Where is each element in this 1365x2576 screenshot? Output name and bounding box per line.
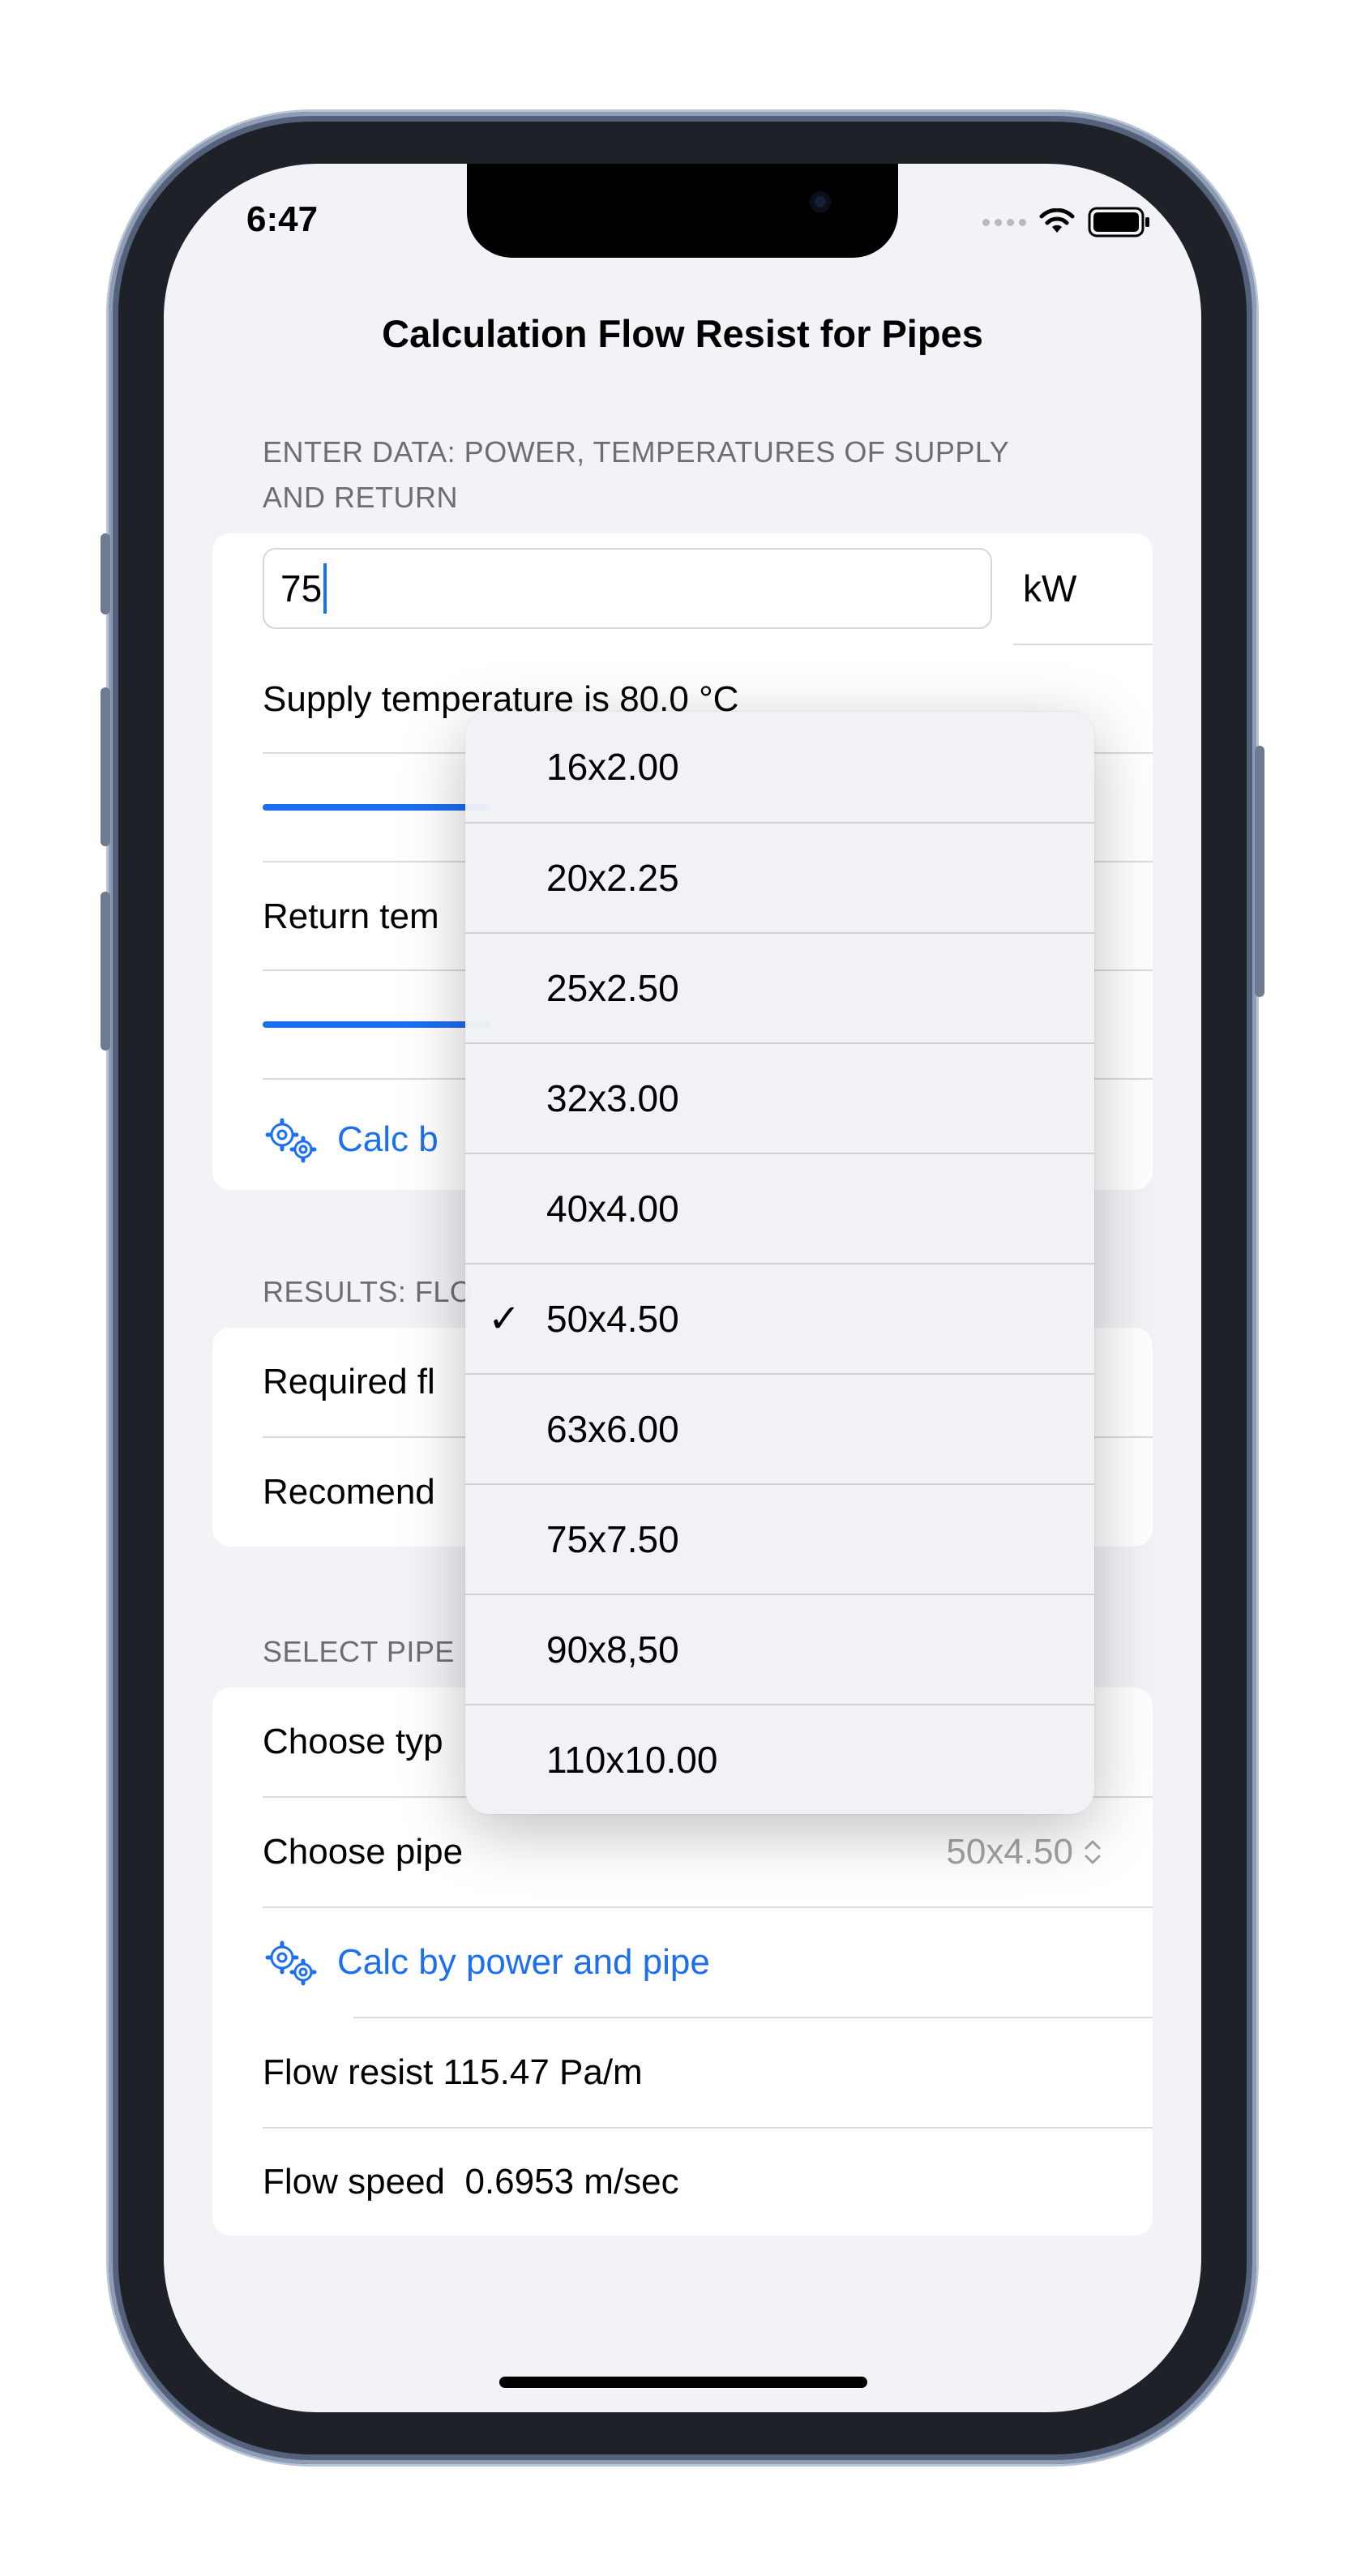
menu-item-label: 40x4.00: [546, 1187, 679, 1230]
home-indicator[interactable]: [499, 2377, 867, 2388]
menu-item-110x10[interactable]: 110x10.00: [465, 1704, 1094, 1814]
input-section-header-line2: AND RETURN: [263, 481, 459, 514]
input-section-header-line1: ENTER DATA: POWER, TEMPERATURES OF SUPPL…: [263, 435, 1010, 469]
cellular-signal-icon: [982, 218, 1026, 226]
chevron-up-down-icon: [1085, 1840, 1101, 1864]
calc-button-label: Calc b: [337, 1119, 439, 1159]
menu-item-40x4[interactable]: 40x4.00: [465, 1153, 1094, 1263]
power-unit: kW: [1023, 567, 1077, 610]
return-temperature-text: Return tem: [263, 896, 439, 936]
choose-pipe-value[interactable]: 50x4.50: [946, 1798, 1102, 1906]
menu-item-label: 32x3.00: [546, 1077, 679, 1119]
power-input-value: 75: [280, 567, 323, 610]
flow-speed-row: Flow speed 0.6953 m/sec: [263, 2129, 1153, 2236]
input-section-header: ENTER DATA: POWER, TEMPERATURES OF SUPPL…: [263, 430, 1009, 520]
menu-item-25x2-50[interactable]: 25x2.50: [465, 932, 1094, 1042]
text-caret: [323, 563, 327, 614]
menu-item-label: 25x2.50: [546, 967, 679, 1009]
flow-resist-row: Flow resist 115.47 Pa/m: [263, 2018, 1153, 2127]
required-flow-label: Required fl: [263, 1362, 435, 1401]
menu-item-20x2-25[interactable]: 20x2.25: [465, 822, 1094, 932]
wifi-icon: [1039, 208, 1075, 233]
supply-temperature-slider[interactable]: [263, 804, 490, 811]
divider: [1013, 644, 1153, 645]
power-input[interactable]: 75: [263, 548, 992, 629]
menu-item-label: 90x8,50: [546, 1628, 679, 1671]
choose-pipe-label: Choose pipe: [263, 1832, 464, 1872]
screen: 6:47 Calculation Flow Resist for Pipes E…: [164, 164, 1201, 2412]
choose-pipe-selected: 50x4.50: [946, 1832, 1073, 1872]
pipe-section-header: SELECT PIPE: [263, 1635, 455, 1668]
checkmark-icon: ✓: [488, 1298, 521, 1341]
recommend-label: Recomend: [263, 1472, 435, 1512]
pipe-dropdown-menu: 16x2.00 20x2.25 25x2.50 32x3.00 40x4.00 …: [465, 712, 1094, 1814]
menu-item-75x7-50[interactable]: 75x7.50: [465, 1483, 1094, 1594]
flow-resist-value: Flow resist 115.47 Pa/m: [263, 2052, 643, 2092]
gears-icon: [265, 1118, 317, 1163]
status-icons: [982, 206, 1151, 238]
menu-item-label: 20x2.25: [546, 857, 679, 899]
choose-type-label: Choose typ: [263, 1722, 443, 1761]
notch: [467, 164, 898, 258]
menu-item-50x4-50[interactable]: ✓ 50x4.50: [465, 1263, 1094, 1373]
menu-item-label: 110x10.00: [546, 1739, 718, 1781]
battery-icon: [1088, 207, 1149, 237]
volume-down-button: [101, 892, 110, 1051]
menu-item-label: 75x7.50: [546, 1518, 679, 1560]
menu-item-label: 50x4.50: [546, 1298, 679, 1340]
status-time: 6:47: [246, 199, 319, 239]
camera-icon: [810, 191, 831, 212]
menu-item-32x3[interactable]: 32x3.00: [465, 1042, 1094, 1153]
flow-speed-value: Flow speed 0.6953 m/sec: [263, 2162, 679, 2202]
menu-item-16x2[interactable]: 16x2.00: [465, 712, 1094, 822]
page-title: Calculation Flow Resist for Pipes: [382, 312, 983, 355]
mute-switch: [101, 533, 110, 614]
menu-item-63x6[interactable]: 63x6.00: [465, 1373, 1094, 1483]
menu-item-90x8-50[interactable]: 90x8,50: [465, 1594, 1094, 1704]
calc-by-power-and-pipe-label: Calc by power and pipe: [337, 1942, 710, 1982]
return-temperature-slider[interactable]: [263, 1021, 490, 1028]
menu-item-label: 16x2.00: [546, 746, 679, 788]
menu-item-label: 63x6.00: [546, 1408, 679, 1450]
calc-by-power-and-pipe-button[interactable]: Calc by power and pipe: [263, 1908, 1153, 2017]
gears-icon: [265, 1941, 317, 1986]
results-section-header: RESULTS: FLO: [263, 1275, 473, 1308]
volume-up-button: [101, 687, 110, 846]
power-button: [1255, 746, 1264, 997]
